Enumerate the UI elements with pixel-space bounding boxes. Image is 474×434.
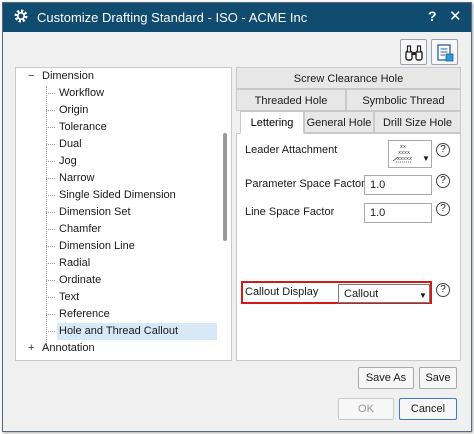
save-button[interactable]: Save xyxy=(419,367,457,389)
tree-item-label: Dimension Line xyxy=(59,240,135,252)
callout-display-select[interactable]: Callout ▼ xyxy=(338,284,430,303)
collapse-icon[interactable]: − xyxy=(28,68,34,85)
leader-attachment-preview-icon: xx xxxx xxxxx xyxy=(392,144,412,163)
leader-attachment-dropdown[interactable]: xx xxxx xxxxx ▼ xyxy=(388,140,432,168)
parameter-space-factor-field[interactable]: 1.0 xyxy=(364,175,432,195)
chevron-down-icon: ▼ xyxy=(422,154,430,163)
gear-icon xyxy=(14,9,28,23)
tree-item-label: Dual xyxy=(59,138,82,150)
tree-guide-line xyxy=(46,86,47,348)
line-space-factor-label: Line Space Factor xyxy=(245,206,335,218)
leader-attachment-help-icon[interactable]: ? xyxy=(436,143,450,157)
tree-item-label: Dimension Set xyxy=(59,206,131,218)
tree-item-label: Narrow xyxy=(59,172,95,184)
tab-container: Screw Clearance Hole Threaded Hole Symbo… xyxy=(236,67,461,361)
close-button[interactable]: ✕ xyxy=(449,7,462,25)
cancel-button[interactable]: Cancel xyxy=(399,398,457,420)
tree-item-label: Workflow xyxy=(59,87,105,99)
tab-drill-size-hole[interactable]: Drill Size Hole xyxy=(374,111,461,133)
customize-drafting-standard-dialog: Customize Drafting Standard - ISO - ACME… xyxy=(2,2,472,432)
document-settings-icon xyxy=(437,44,454,62)
parameter-space-factor-label: Parameter Space Factor xyxy=(245,178,365,190)
tab-symbolic-thread[interactable]: Symbolic Thread xyxy=(346,89,461,111)
chevron-down-icon: ▼ xyxy=(419,291,427,300)
line-space-factor-field[interactable]: 1.0 xyxy=(364,203,432,223)
lettering-panel: Leader Attachment xx xxxx xxxxx ▼ ? Para… xyxy=(236,133,461,361)
tree-scrollbar[interactable] xyxy=(220,67,230,361)
callout-display-label: Callout Display xyxy=(245,286,319,298)
tree-item-label: Jog xyxy=(59,155,77,167)
expand-icon[interactable]: + xyxy=(28,340,34,357)
find-button[interactable] xyxy=(400,39,427,65)
category-tree: − Dimension Workflow Origin Tolerance Du… xyxy=(15,67,232,361)
help-button[interactable]: ? xyxy=(428,8,437,24)
svg-text:xxxxx: xxxxx xyxy=(397,156,412,162)
tree-item-label: Annotation xyxy=(42,342,95,354)
tree-item-label: Origin xyxy=(59,104,89,116)
ok-button[interactable]: OK xyxy=(338,398,394,420)
tree-item-label: Ordinate xyxy=(59,274,102,286)
tab-general-hole[interactable]: General Hole xyxy=(304,111,374,133)
scrollbar-thumb[interactable] xyxy=(223,133,227,241)
tree-item-label: Reference xyxy=(59,308,110,320)
tree-item-label: Hole and Thread Callout xyxy=(57,323,217,340)
tree-item-label: Single Sided Dimension xyxy=(59,189,176,201)
title-bar: Customize Drafting Standard - ISO - ACME… xyxy=(3,3,471,32)
save-as-button[interactable]: Save As xyxy=(358,367,414,389)
tree-item-label: Dimension xyxy=(42,70,94,82)
callout-display-value: Callout xyxy=(344,288,379,300)
tree-item-label: Chamfer xyxy=(59,223,102,235)
tab-threaded-hole[interactable]: Threaded Hole xyxy=(236,89,346,111)
leader-attachment-label: Leader Attachment xyxy=(245,144,338,156)
tree-item-label: Tolerance xyxy=(59,121,107,133)
tree-item-label: Radial xyxy=(59,257,91,269)
callout-display-help-icon[interactable]: ? xyxy=(436,283,450,297)
line-space-factor-help-icon[interactable]: ? xyxy=(436,202,450,216)
binoculars-icon xyxy=(405,45,423,61)
tab-lettering[interactable]: Lettering xyxy=(240,111,304,134)
tab-screw-clearance-hole[interactable]: Screw Clearance Hole xyxy=(236,67,461,89)
tree-item-label: Text xyxy=(59,291,80,303)
customize-document-button[interactable] xyxy=(431,39,458,65)
window-title: Customize Drafting Standard - ISO - ACME… xyxy=(37,10,308,25)
parameter-space-factor-help-icon[interactable]: ? xyxy=(436,174,450,188)
